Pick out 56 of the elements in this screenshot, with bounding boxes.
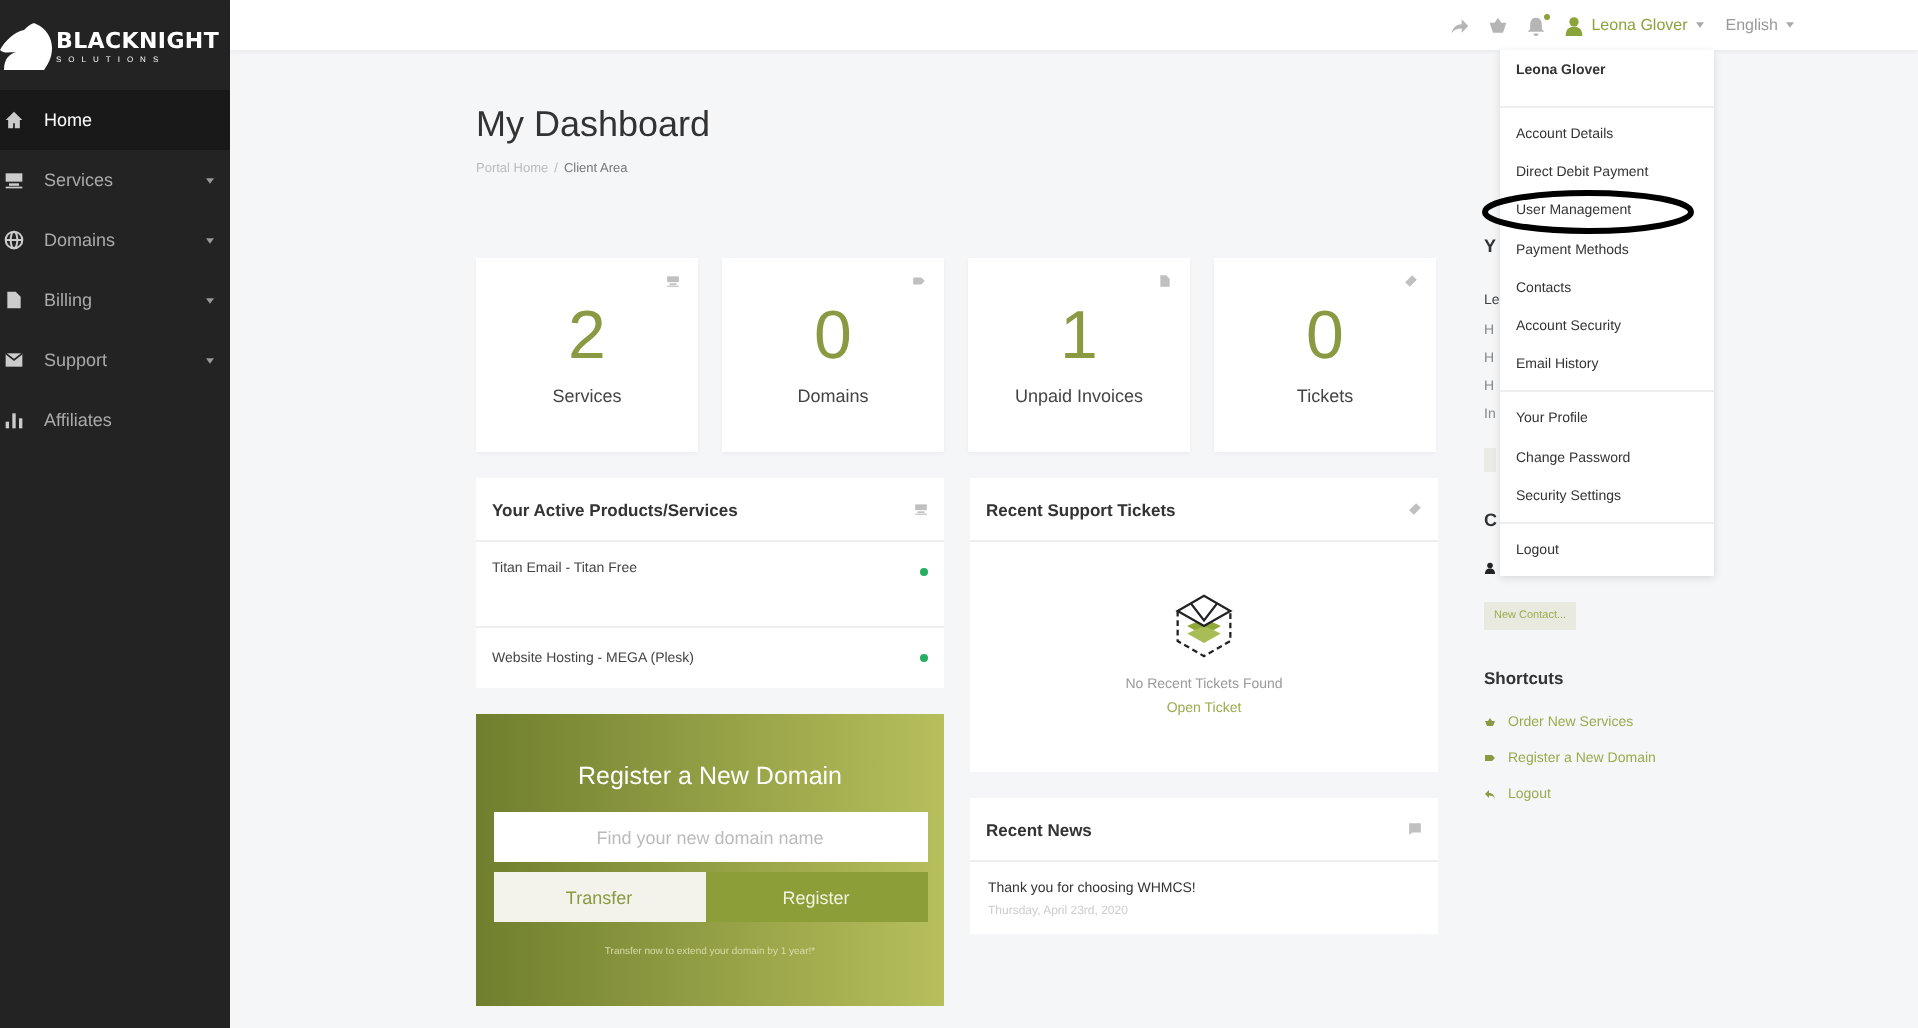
stat-label: Tickets xyxy=(1296,386,1354,406)
caret-icon xyxy=(206,297,214,303)
stat-label: Domains xyxy=(797,386,869,406)
sidebar-item[interactable]: Billing xyxy=(0,270,230,330)
panel-title: Recent News xyxy=(986,819,1092,839)
stat-value: 0 xyxy=(1306,302,1344,370)
server-icon xyxy=(914,502,928,516)
section-heading: Y xyxy=(1484,236,1497,256)
stat-label: Services xyxy=(552,386,622,406)
stat-value: 2 xyxy=(568,302,606,370)
caret-icon xyxy=(206,237,214,243)
basket-icon[interactable] xyxy=(1487,15,1508,35)
server-icon xyxy=(666,274,680,288)
open-box-icon xyxy=(1172,592,1236,660)
logo-wordmark: BLACKNIGHT xyxy=(56,27,220,53)
sidebar-item[interactable]: Domains xyxy=(0,210,230,270)
sidebar-item[interactable]: Support xyxy=(0,330,230,390)
stat-card[interactable]: 1 Unpaid Invoices xyxy=(968,258,1190,452)
share-arrow-icon[interactable] xyxy=(1449,15,1470,35)
stat-card[interactable]: 0 Tickets xyxy=(1214,258,1436,452)
domain-search-field[interactable]: Find your new domain name xyxy=(493,812,927,862)
speech-bubble-icon xyxy=(1408,822,1422,836)
stat-value: 1 xyxy=(1060,302,1098,370)
bar-chart-icon xyxy=(4,410,24,430)
stat-value: 0 xyxy=(814,302,852,370)
basket-icon xyxy=(1484,716,1496,728)
globe-icon xyxy=(4,230,24,250)
knight-logo-icon xyxy=(0,21,52,69)
sidebar-item[interactable]: Affiliates xyxy=(0,390,230,450)
document-icon xyxy=(1158,274,1172,288)
stat-card[interactable]: 2 Services xyxy=(476,258,698,452)
panel-title: Recent Support Tickets xyxy=(986,499,1176,519)
panel-title: Register a New Domain xyxy=(578,762,842,790)
ticket-icon xyxy=(1404,274,1418,288)
person-icon xyxy=(1563,15,1584,35)
panel-title: Your Active Products/Services xyxy=(492,499,738,519)
caret-icon xyxy=(206,357,214,363)
bell-icon[interactable] xyxy=(1525,15,1546,35)
tag-icon xyxy=(912,274,926,288)
document-icon xyxy=(4,290,24,310)
page-title: My Dashboard xyxy=(476,104,713,146)
caret-icon xyxy=(206,177,214,183)
stat-card[interactable]: 0 Domains xyxy=(722,258,944,452)
server-icon xyxy=(4,170,24,190)
caret-icon xyxy=(1695,22,1704,28)
stat-label: Unpaid Invoices xyxy=(1014,386,1144,406)
sidebar-item[interactable]: Services xyxy=(0,150,230,210)
ticket-icon xyxy=(1408,502,1422,516)
reply-arrow-icon xyxy=(1484,788,1496,800)
section-heading: C xyxy=(1484,510,1497,530)
tag-icon xyxy=(1484,752,1496,764)
home-icon xyxy=(4,110,24,130)
person-icon xyxy=(1484,562,1496,574)
caret-icon xyxy=(1786,22,1794,28)
section-heading: Shortcuts xyxy=(1484,668,1564,688)
sidebar-item[interactable]: Home xyxy=(0,90,230,150)
